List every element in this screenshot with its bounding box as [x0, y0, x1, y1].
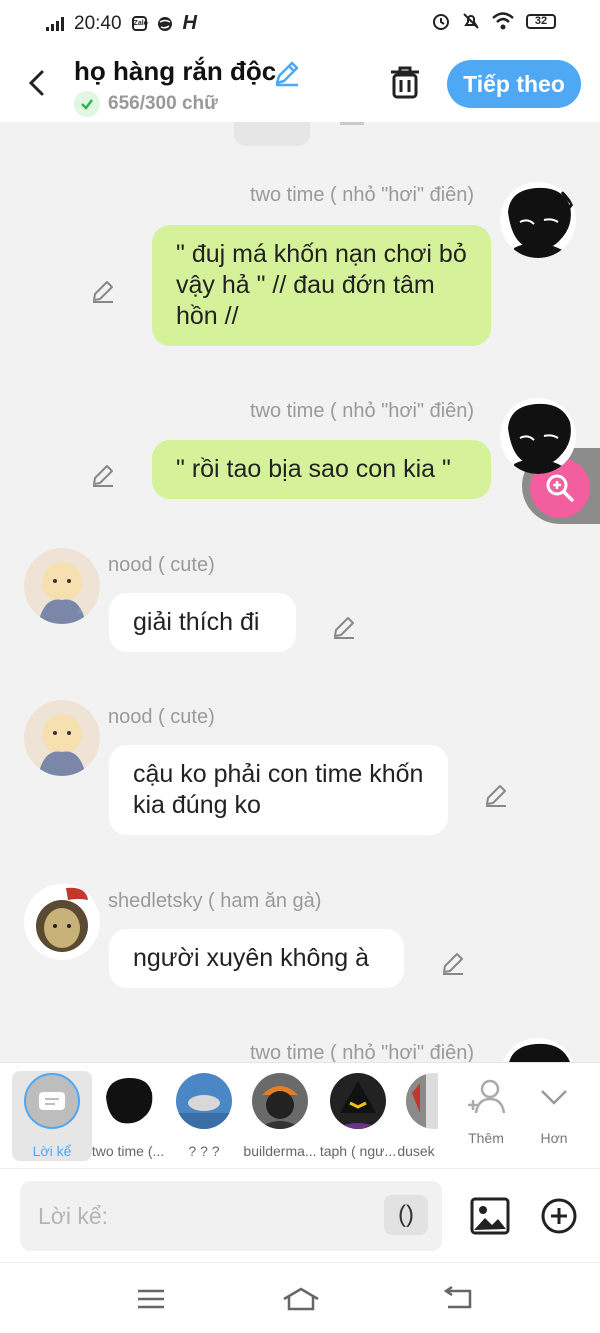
avatar — [330, 1073, 386, 1129]
avatar[interactable] — [24, 548, 100, 624]
char-count: 656/300 chữ — [108, 93, 218, 114]
avatar — [252, 1073, 308, 1129]
back-arrow-icon[interactable] — [24, 68, 52, 98]
message-bubble[interactable]: " rồi tao bịa sao con kia " — [152, 440, 491, 499]
edit-message-icon[interactable] — [483, 782, 509, 808]
narration-icon — [39, 1092, 65, 1110]
more-button[interactable]: Hơn — [524, 1077, 584, 1146]
message-input[interactable] — [20, 1181, 442, 1251]
zoom-in-icon — [546, 474, 574, 502]
speaker-name: shedletsky ( ham ăn gà) — [108, 890, 322, 912]
composer: () — [0, 1168, 600, 1262]
speaker-name: nood ( cute) — [108, 706, 215, 728]
wifi-icon — [492, 12, 514, 30]
chat-area[interactable]: two time ( nhỏ "hơi" điên) " đuj má khốn… — [0, 122, 600, 1062]
avatar — [176, 1073, 232, 1129]
speaker-name: nood ( cute) — [108, 554, 215, 576]
avatar — [406, 1073, 438, 1129]
edit-message-icon[interactable] — [90, 278, 116, 304]
speaker-name: two time ( nhỏ "hơi" điên) — [250, 400, 475, 422]
character-item[interactable]: dusek — [394, 1071, 438, 1161]
avatar[interactable] — [500, 182, 576, 258]
character-name: two time (... — [91, 1143, 165, 1159]
add-character-button[interactable]: Thêm — [456, 1077, 516, 1146]
alarm-icon — [433, 14, 449, 30]
character-name: builderma... — [243, 1143, 317, 1159]
avatar[interactable] — [500, 398, 576, 474]
edit-message-icon[interactable] — [90, 462, 116, 488]
battery-icon: 32 — [526, 13, 556, 29]
previous-message-fragment — [340, 122, 364, 125]
status-time: 20:40 — [74, 12, 122, 34]
avatar — [100, 1073, 156, 1129]
narration-avatar — [24, 1073, 80, 1129]
system-nav-bar — [0, 1262, 600, 1333]
add-circle-icon[interactable] — [540, 1197, 578, 1235]
back-icon[interactable] — [440, 1285, 474, 1313]
check-icon — [74, 91, 100, 117]
story-title: họ hàng rắn độc — [74, 56, 277, 86]
h-icon: H — [182, 12, 197, 34]
character-item[interactable]: two time (... — [88, 1071, 168, 1161]
avatar[interactable] — [24, 700, 100, 776]
avatar[interactable] — [24, 884, 100, 960]
parenthesis-button[interactable]: () — [384, 1195, 428, 1235]
character-item[interactable]: builderma... — [240, 1071, 320, 1161]
home-icon[interactable] — [282, 1285, 320, 1313]
globe-icon — [157, 16, 172, 31]
character-name: taph ( ngư... — [319, 1143, 397, 1159]
story-header: họ hàng rắn độc 656/300 chữ Tiếp theo — [0, 46, 600, 122]
message-bubble[interactable]: người xuyên không à — [109, 929, 404, 988]
add-character-label: Thêm — [468, 1130, 504, 1146]
speaker-name: two time ( nhỏ "hơi" điên) — [250, 184, 475, 206]
avatar[interactable] — [500, 1038, 576, 1062]
character-name: ? ? ? — [188, 1143, 220, 1159]
edit-message-icon[interactable] — [331, 614, 357, 640]
character-name: dusek — [397, 1143, 435, 1159]
next-button[interactable]: Tiếp theo — [447, 60, 581, 108]
char-count-row: 656/300 chữ — [74, 91, 218, 117]
edit-message-icon[interactable] — [440, 950, 466, 976]
character-selector: Lời kể two time (... ? ? ? builderma... … — [0, 1062, 600, 1168]
add-person-icon — [468, 1079, 506, 1114]
image-icon[interactable] — [470, 1197, 510, 1235]
character-item[interactable]: ? ? ? — [164, 1071, 244, 1161]
mute-bell-icon — [463, 13, 479, 29]
chevron-down-icon — [541, 1090, 567, 1105]
message-bubble[interactable]: " đuj má khốn nạn chơi bỏ vậy hả " // đa… — [152, 225, 491, 346]
signal-icon — [46, 16, 64, 31]
character-name: Lời kể — [32, 1143, 72, 1159]
more-label: Hơn — [540, 1130, 568, 1146]
previous-message-card — [234, 122, 310, 146]
edit-title-icon[interactable] — [272, 58, 302, 88]
character-narration[interactable]: Lời kể — [12, 1071, 92, 1161]
menu-icon[interactable] — [134, 1285, 168, 1313]
speaker-name: two time ( nhỏ "hơi" điên) — [250, 1042, 475, 1062]
trash-icon[interactable] — [388, 64, 422, 100]
character-item[interactable]: taph ( ngư... — [318, 1071, 398, 1161]
message-bubble[interactable]: giải thích đi — [109, 593, 296, 652]
message-bubble[interactable]: cậu ko phải con time khốn kia đúng ko — [109, 745, 448, 835]
zalo-icon: Zalo — [131, 16, 148, 31]
status-bar: 20:40 Zalo H 32 — [0, 0, 600, 46]
